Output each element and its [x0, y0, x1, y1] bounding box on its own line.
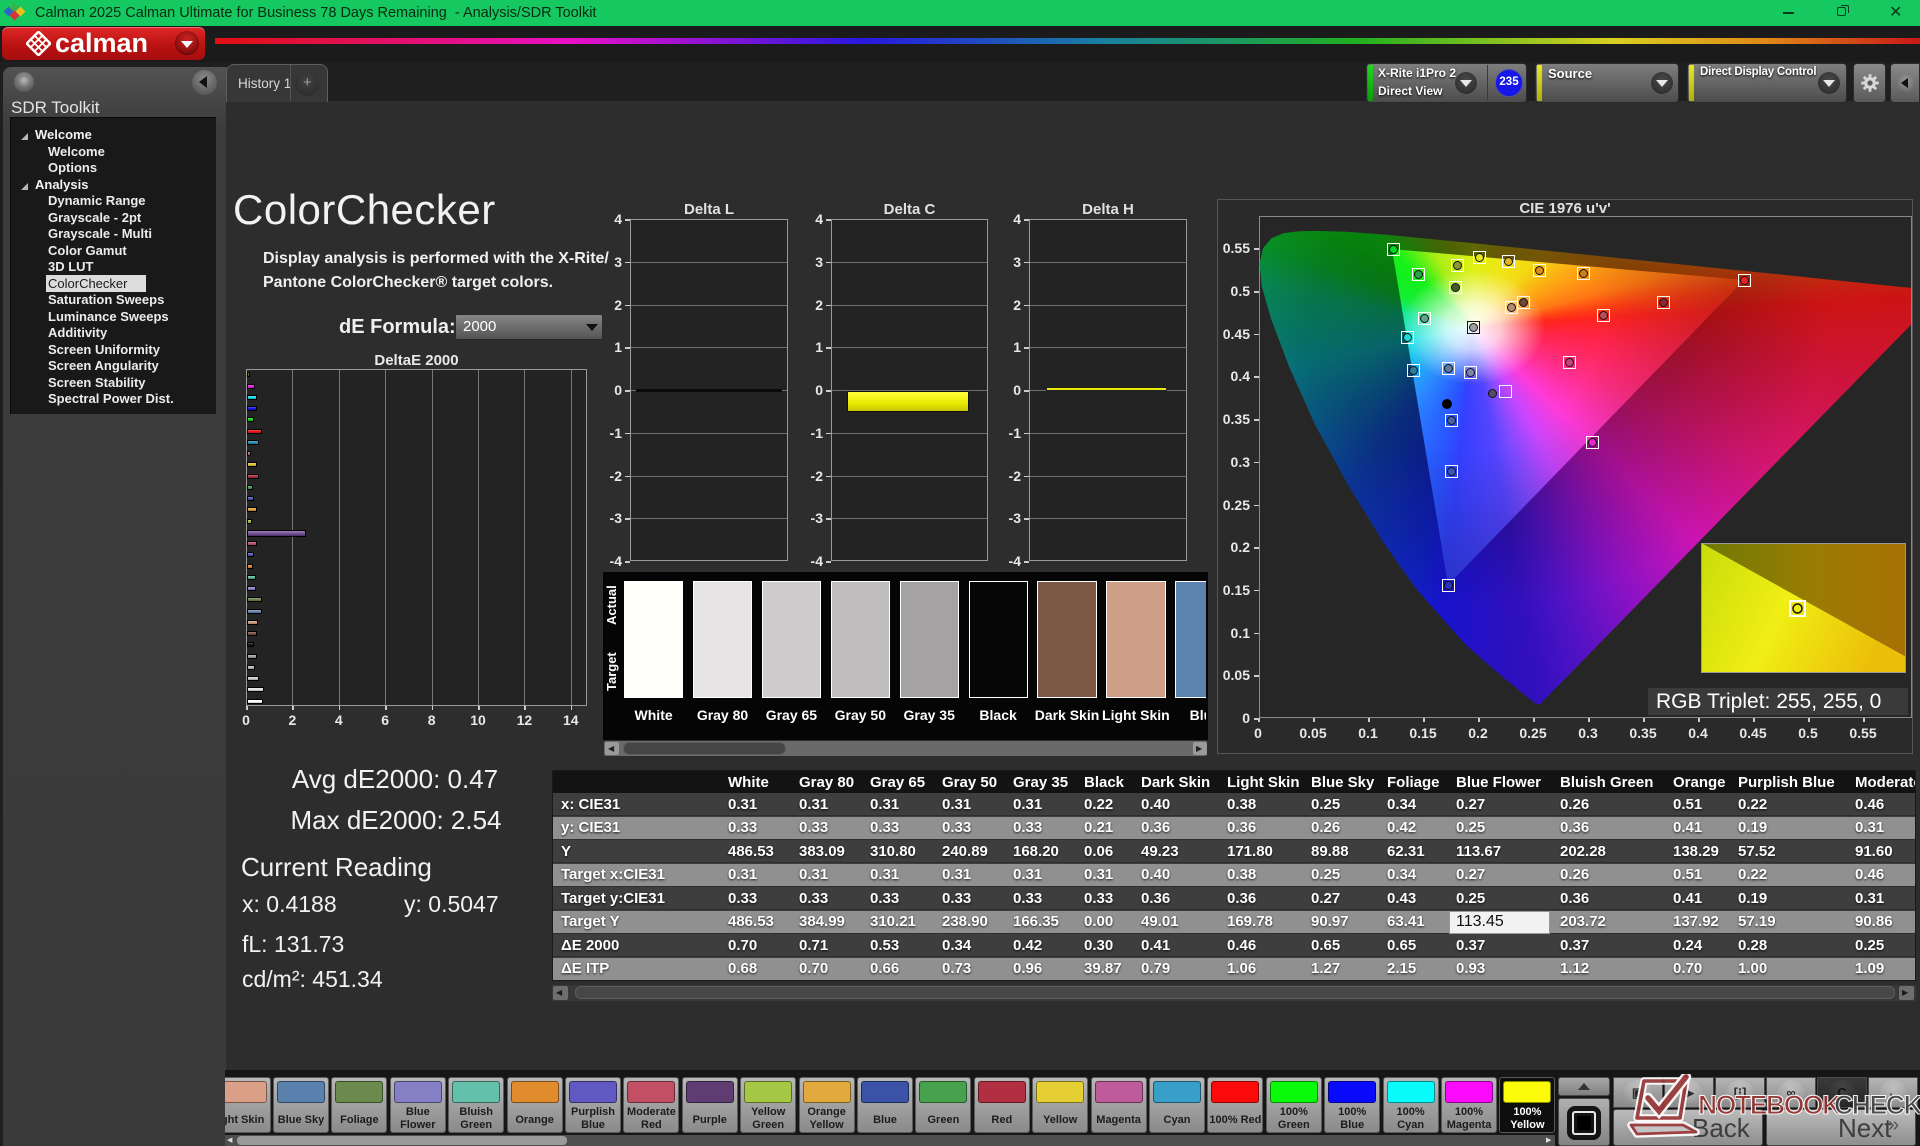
- svg-text:CHECK: CHECK: [1834, 1090, 1920, 1120]
- svg-text:NOTEBOOK: NOTEBOOK: [1698, 1090, 1841, 1120]
